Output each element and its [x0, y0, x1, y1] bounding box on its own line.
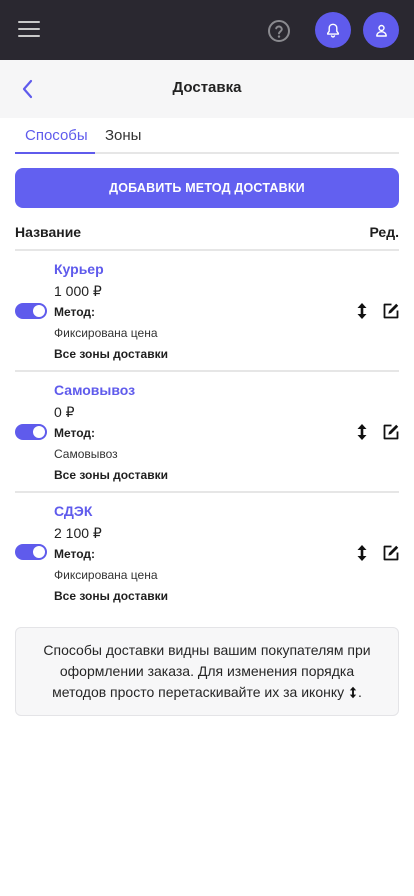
method-label: Метод:: [54, 305, 96, 319]
user-icon: [375, 24, 387, 37]
table-row: Самовывоз 0 ₽ Метод: Самовывоз Все зоны …: [15, 372, 399, 493]
hamburger-menu-icon[interactable]: [18, 20, 40, 38]
add-delivery-method-button[interactable]: ДОБАВИТЬ МЕТОД ДОСТАВКИ: [15, 168, 399, 208]
info-box: Способы доставки видны вашим покупателям…: [15, 627, 399, 716]
enabled-toggle[interactable]: [15, 424, 47, 440]
table-row: Курьер 1 000 ₽ Метод: Фиксирована цена В…: [15, 251, 399, 372]
edit-pencil-icon[interactable]: [382, 423, 400, 441]
method-name[interactable]: Самовывоз: [54, 382, 135, 398]
active-tab-indicator: [15, 152, 95, 154]
top-bar: [0, 0, 414, 60]
table-row: СДЭК 2 100 ₽ Метод: Фиксирована цена Все…: [15, 493, 399, 614]
profile-button[interactable]: [363, 12, 399, 48]
info-text-end: .: [358, 684, 362, 700]
page-header: Доставка: [0, 60, 414, 118]
method-name[interactable]: Курьер: [54, 261, 104, 277]
method-value: Фиксирована цена: [54, 568, 158, 582]
method-label: Метод:: [54, 547, 96, 561]
method-label: Метод:: [54, 426, 96, 440]
edit-pencil-icon[interactable]: [382, 544, 400, 562]
vertical-arrows-icon[interactable]: [355, 302, 369, 320]
method-value: Фиксирована цена: [54, 326, 158, 340]
method-price: 0 ₽: [54, 404, 75, 420]
column-header-edit: Ред.: [369, 224, 399, 240]
info-text: Способы доставки видны вашим покупателям…: [43, 642, 371, 700]
edit-pencil-icon[interactable]: [382, 302, 400, 320]
page-title: Доставка: [172, 79, 242, 96]
tab-zones[interactable]: Зоны: [105, 127, 141, 144]
column-header-name: Название: [15, 224, 82, 240]
method-price: 1 000 ₽: [54, 283, 102, 299]
enabled-toggle[interactable]: [15, 303, 47, 319]
vertical-arrows-icon[interactable]: [355, 423, 369, 441]
vertical-arrows-icon: [348, 685, 358, 700]
vertical-arrows-icon[interactable]: [355, 544, 369, 562]
method-price: 2 100 ₽: [54, 525, 102, 541]
method-zones: Все зоны доставки: [54, 589, 168, 603]
notifications-button[interactable]: [315, 12, 351, 48]
tab-bar: Способы Зоны: [15, 120, 399, 154]
enabled-toggle[interactable]: [15, 544, 47, 560]
method-zones: Все зоны доставки: [54, 347, 168, 361]
method-zones: Все зоны доставки: [54, 468, 168, 482]
bell-icon: [327, 23, 339, 38]
tab-methods[interactable]: Способы: [25, 127, 88, 144]
method-name[interactable]: СДЭК: [54, 503, 92, 519]
question-circle-icon[interactable]: [267, 19, 291, 43]
method-value: Самовывоз: [54, 447, 118, 461]
